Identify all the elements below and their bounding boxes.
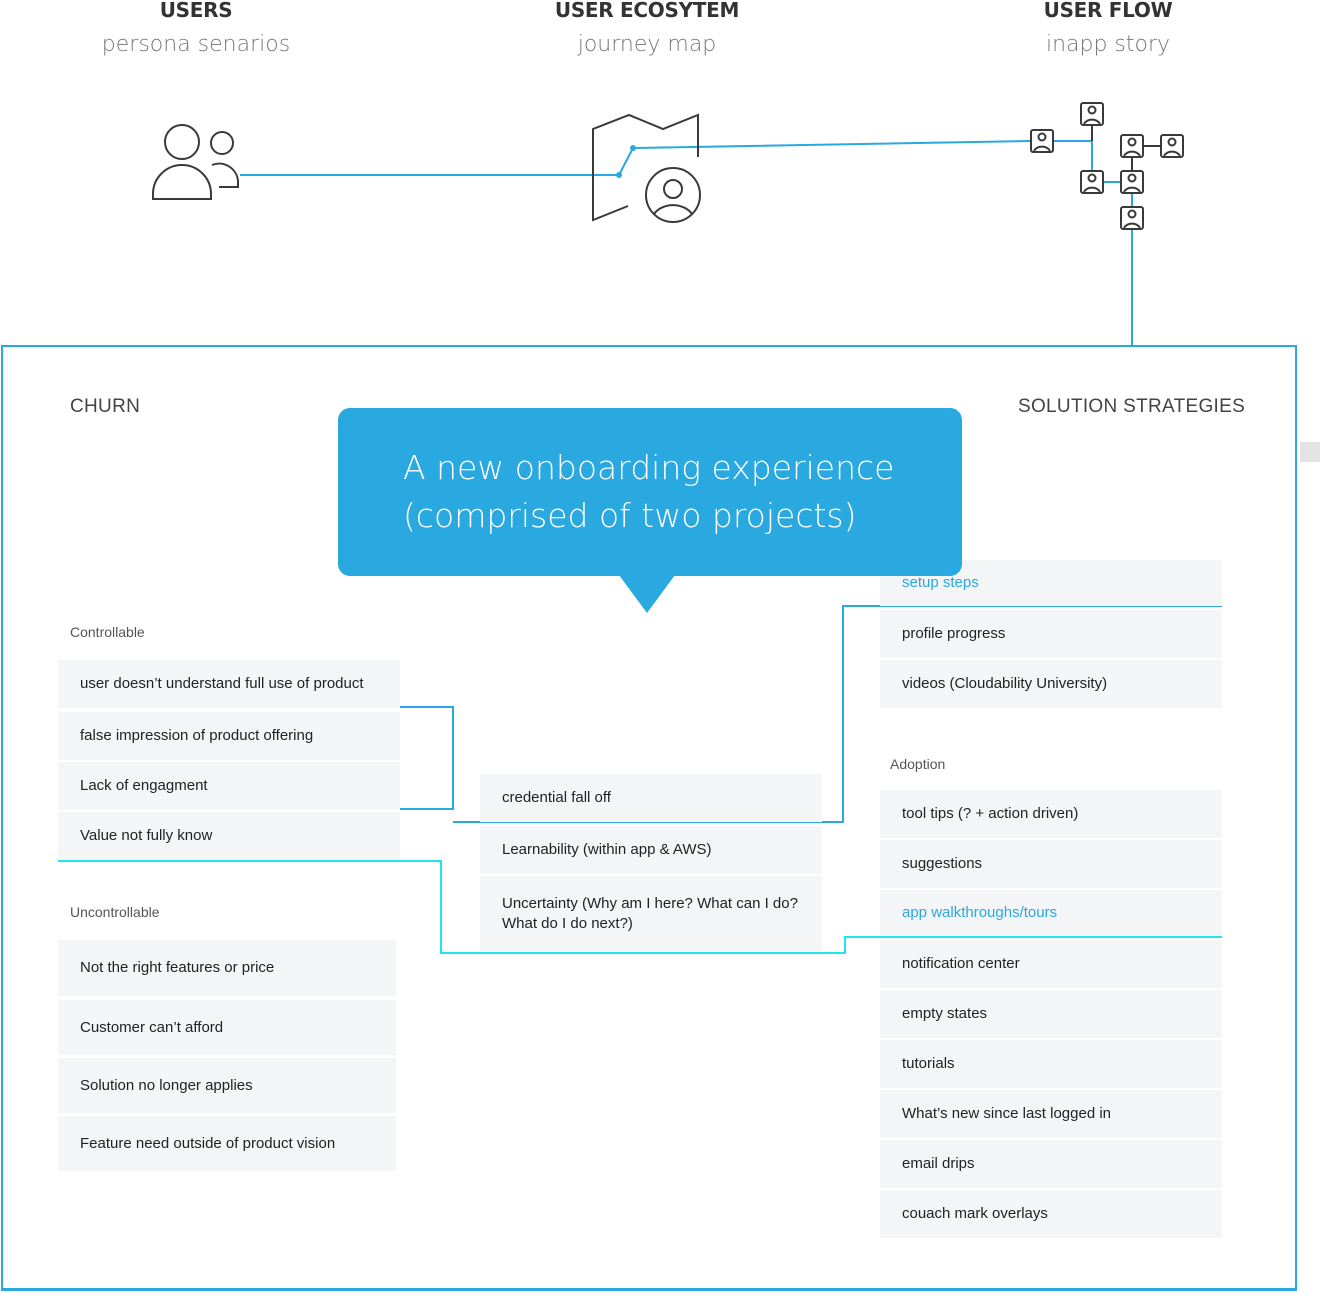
person-node-icon — [1120, 170, 1144, 194]
callout-line-1: A new onboarding experience — [403, 448, 895, 487]
churn-uncontrollable-item: Not the right features or price — [58, 940, 396, 996]
adoption-item: What’s new since last logged in — [880, 1090, 1222, 1138]
churn-uncontrollable-item: Solution no longer applies — [58, 1058, 396, 1113]
stage-title-users: USERS — [159, 0, 233, 22]
churn-uncontrollable-item: Feature need outside of product vision — [58, 1116, 396, 1171]
churn-controllable-item: Lack of engagment — [58, 762, 400, 810]
problem-item: Learnability (within app & AWS) — [480, 826, 822, 874]
adoption-item-highlighted: app walkthroughs/tours — [880, 890, 1222, 936]
adoption-item: tool tips (? + action driven) — [880, 790, 1222, 838]
controllable-label: Controllable — [70, 624, 145, 640]
adoption-item: email drips — [880, 1140, 1222, 1188]
churn-controllable-item: Value not fully know — [58, 812, 400, 860]
adoption-item: tutorials — [880, 1040, 1222, 1088]
stage-title-ecosystem: USER ECOSYTEM — [554, 0, 740, 22]
callout-text: A new onboarding experience (comprised o… — [403, 444, 894, 540]
adoption-item: suggestions — [880, 840, 1222, 888]
uncontrollable-label: Uncontrollable — [70, 904, 160, 920]
connector-dot — [630, 145, 636, 151]
solution-strategies-title: SOLUTION STRATEGIES — [1018, 396, 1246, 417]
churn-title: CHURN — [70, 396, 141, 417]
person-node-icon — [1120, 134, 1144, 158]
person-node-icon — [1030, 129, 1054, 153]
user-flow-icon — [1030, 102, 1184, 230]
users-icon — [152, 124, 239, 200]
setup-item: profile progress — [880, 610, 1222, 658]
adoption-label: Adoption — [890, 756, 946, 772]
person-node-icon — [1080, 170, 1104, 194]
stage-subtitle-ecosystem: journey map — [577, 32, 717, 57]
callout-line-2: (comprised of two projects) — [403, 496, 857, 535]
churn-uncontrollable-item: Customer can’t afford — [58, 1000, 396, 1055]
callout-pointer — [619, 575, 675, 613]
churn-controllable-item: user doesn’t understand full use of prod… — [58, 660, 400, 708]
top-connectors — [240, 140, 1133, 345]
person-node-icon — [1120, 206, 1144, 230]
person-node-icon — [1160, 134, 1184, 158]
adoption-item: notification center — [880, 940, 1222, 988]
stage-title-user-flow: USER FLOW — [1043, 0, 1173, 22]
stage-subtitle-user-flow: inapp story — [1045, 32, 1171, 57]
connector-dot — [616, 172, 622, 178]
problem-item: credential fall off — [480, 774, 822, 822]
setup-item: videos (Cloudability University) — [880, 660, 1222, 708]
adoption-item: couach mark overlays — [880, 1190, 1222, 1238]
churn-controllable-item: false impression of product offering — [58, 712, 400, 760]
person-node-icon — [1080, 102, 1104, 126]
onboarding-callout: A new onboarding experience (comprised o… — [338, 408, 962, 613]
users-to-flow-connector — [240, 140, 1031, 176]
adoption-item: empty states — [880, 990, 1222, 1038]
journey-map-icon — [592, 113, 701, 223]
flow-connector-a — [1054, 140, 1093, 170]
problem-item: Uncertainty (Why am I here? What can I d… — [480, 876, 822, 951]
stage-subtitle-users: persona senarios — [101, 32, 291, 57]
side-tab — [1300, 442, 1320, 462]
